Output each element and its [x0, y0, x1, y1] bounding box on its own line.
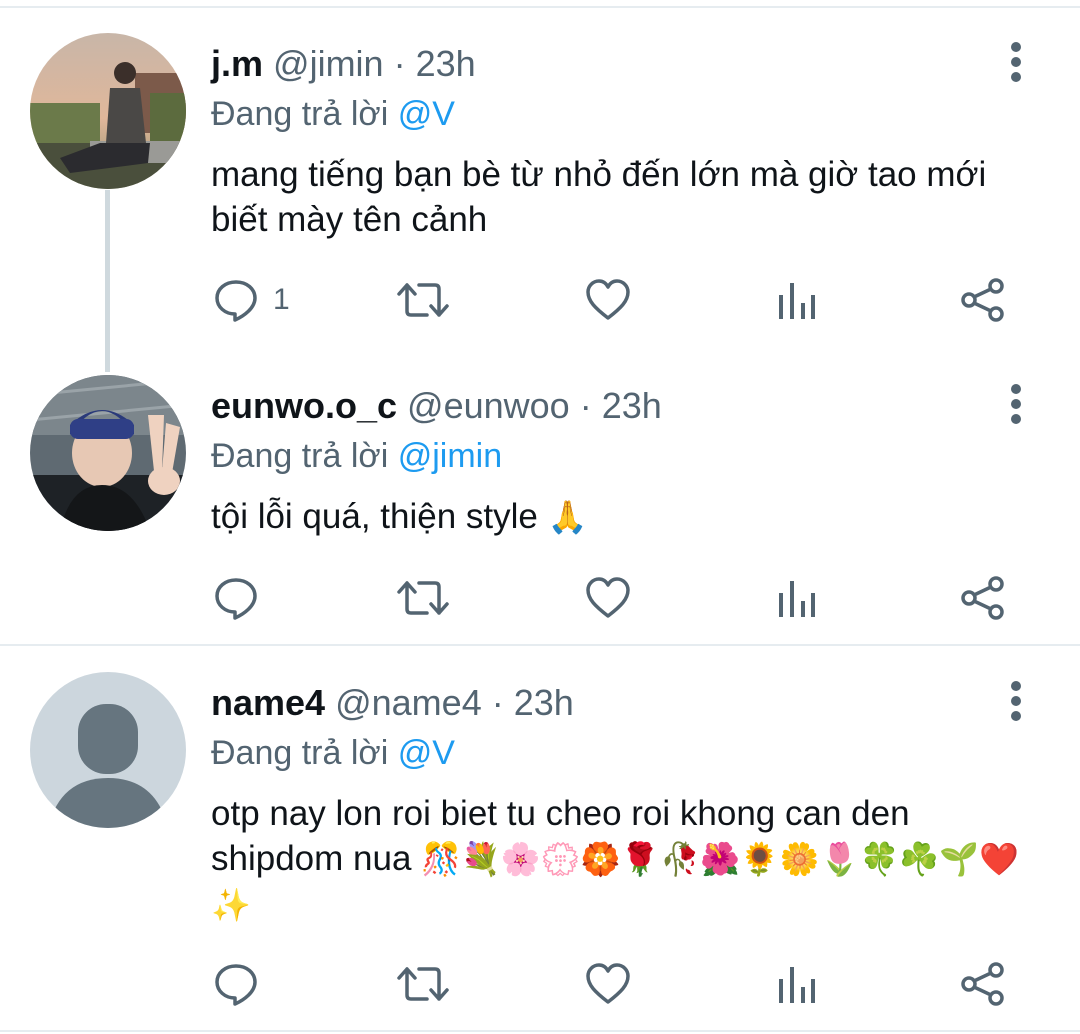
like-button[interactable]	[585, 270, 631, 330]
retweet-button[interactable]	[397, 568, 449, 628]
heart-icon	[586, 279, 630, 320]
replying-to-label: Đang trả lời	[211, 95, 389, 133]
display-name[interactable]: name4	[211, 682, 325, 723]
display-name[interactable]: j.m	[211, 43, 263, 84]
share-button[interactable]	[960, 954, 1006, 1014]
replying-to: Đang trả lời @V	[211, 731, 455, 775]
avatar[interactable]	[30, 33, 186, 189]
reply-icon	[215, 964, 257, 1006]
more-vertical-icon[interactable]	[996, 681, 1036, 721]
heart-icon	[586, 963, 630, 1004]
replying-to: Đang trả lời @V	[211, 92, 455, 136]
tweet-header: j.m @jimin · 23h	[211, 42, 476, 86]
separator-dot: ·	[393, 43, 406, 84]
analytics-button[interactable]	[777, 270, 817, 330]
timestamp[interactable]: 23h	[416, 43, 476, 84]
retweet-button[interactable]	[397, 954, 449, 1014]
analytics-icon	[779, 581, 815, 617]
more-vertical-icon[interactable]	[996, 42, 1036, 82]
tweet-text: mang tiếng bạn bè từ nhỏ đến lớn mà giờ …	[211, 155, 987, 239]
user-handle[interactable]: @name4	[335, 682, 482, 723]
replying-to-link[interactable]: @V	[398, 95, 455, 133]
replying-to-link[interactable]: @jimin	[398, 437, 502, 475]
separator-dot: ·	[579, 385, 592, 426]
replying-to-link[interactable]: @V	[398, 734, 455, 772]
tweet-text-block: tội lỗi quá, thiện style 🙏	[211, 494, 1051, 540]
share-icon	[961, 962, 1004, 1006]
reply-button[interactable]	[213, 954, 273, 1014]
avatar[interactable]	[30, 375, 186, 531]
retweet-icon	[397, 581, 449, 615]
separator-dot: ·	[491, 682, 504, 723]
tweet-actions	[0, 954, 1080, 1014]
retweet-icon	[397, 967, 449, 1001]
reply-button[interactable]	[213, 568, 273, 628]
avatar-photo	[30, 33, 186, 189]
tweet-emoji: 🙏	[547, 498, 588, 536]
tweet-header: name4 @name4 · 23h	[211, 681, 574, 725]
tweet-text: tội lỗi quá, thiện style	[211, 497, 538, 536]
avatar[interactable]	[30, 672, 186, 828]
display-name[interactable]: eunwo.o_c	[211, 385, 397, 426]
user-handle[interactable]: @eunwoo	[407, 385, 570, 426]
retweet-button[interactable]	[397, 270, 449, 330]
default-avatar-icon	[30, 672, 186, 828]
tweet-divider	[0, 1030, 1080, 1032]
share-button[interactable]	[960, 270, 1006, 330]
tweet-text-block: otp nay lon roi biet tu cheo roi khong c…	[211, 791, 1051, 928]
like-button[interactable]	[585, 568, 631, 628]
replying-to-label: Đang trả lời	[211, 437, 389, 475]
reply-button[interactable]: 1	[213, 270, 290, 330]
analytics-icon	[779, 283, 815, 319]
reply-icon	[215, 578, 257, 620]
replying-to-label: Đang trả lời	[211, 734, 389, 772]
tweet-actions: 1	[0, 270, 1080, 330]
tweet-header: eunwo.o_c @eunwoo · 23h	[211, 384, 662, 428]
timestamp[interactable]: 23h	[602, 385, 662, 426]
analytics-button[interactable]	[777, 954, 817, 1014]
like-button[interactable]	[585, 954, 631, 1014]
reply-count: 1	[273, 283, 290, 316]
retweet-icon	[397, 283, 449, 317]
reply-icon	[215, 280, 257, 322]
user-handle[interactable]: @jimin	[273, 43, 384, 84]
tweet-actions	[0, 568, 1080, 628]
share-button[interactable]	[960, 568, 1006, 628]
analytics-icon	[779, 967, 815, 1003]
timestamp[interactable]: 23h	[514, 682, 574, 723]
share-icon	[961, 278, 1004, 322]
tweet-divider	[0, 644, 1080, 646]
top-divider	[0, 6, 1080, 8]
heart-icon	[586, 577, 630, 618]
replying-to: Đang trả lời @jimin	[211, 434, 502, 478]
avatar-photo	[30, 375, 186, 531]
analytics-button[interactable]	[777, 568, 817, 628]
more-vertical-icon[interactable]	[996, 384, 1036, 424]
share-icon	[961, 576, 1004, 620]
